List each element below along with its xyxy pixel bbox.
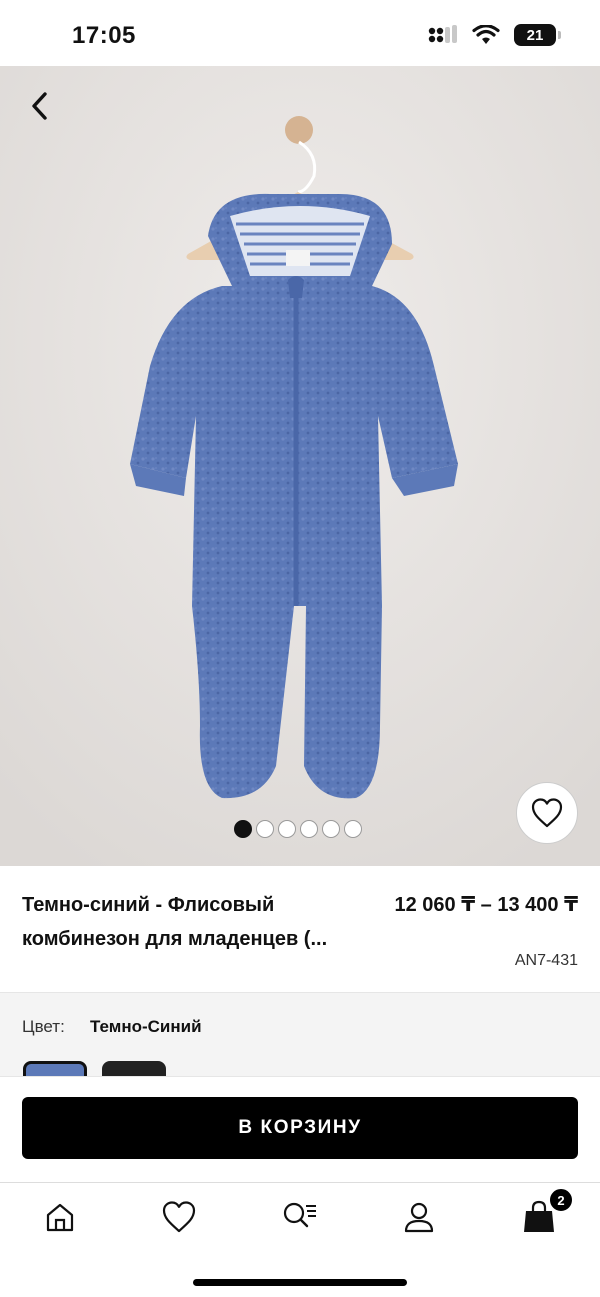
heart-icon (162, 1201, 196, 1233)
product-sku: AN7-431 (514, 952, 578, 969)
color-selector: Цвет: Темно-Синий (0, 992, 600, 1076)
gallery-pagination (234, 820, 362, 838)
signal-icon (428, 25, 457, 43)
tab-home[interactable] (42, 1199, 78, 1235)
color-swatch-selected[interactable] (23, 1061, 87, 1076)
chevron-left-icon (32, 92, 47, 120)
back-button[interactable] (20, 86, 60, 126)
home-icon (46, 1203, 74, 1232)
status-time: 17:05 (72, 22, 136, 49)
add-to-cart-button[interactable]: В КОРЗИНУ (22, 1097, 578, 1159)
wifi-icon (472, 25, 500, 44)
gallery-dot-6[interactable] (344, 820, 362, 838)
battery-level: 21 (526, 26, 544, 44)
bottom-tab-bar: 2 (0, 1182, 600, 1297)
product-image (0, 66, 600, 866)
home-indicator (193, 1279, 407, 1286)
profile-icon (404, 1202, 434, 1233)
gallery-dot-4[interactable] (300, 820, 318, 838)
tab-catalog-search[interactable] (282, 1199, 318, 1235)
status-bar: 17:05 21 (0, 0, 600, 66)
tab-profile[interactable] (401, 1199, 437, 1235)
cart-count-badge: 2 (548, 1187, 574, 1213)
product-title[interactable]: Темно-синий - Флисовый комбинезон для мл… (22, 888, 372, 956)
gallery-dot-2[interactable] (256, 820, 274, 838)
heart-icon (531, 798, 563, 828)
color-label: Цвет: (22, 1017, 65, 1036)
search-list-icon (283, 1202, 316, 1228)
tab-favorites[interactable] (161, 1199, 197, 1235)
gallery-dot-1[interactable] (234, 820, 252, 838)
add-to-cart-bar: В КОРЗИНУ (0, 1076, 600, 1182)
product-price: 12 060 ₸ – 13 400 ₸ (394, 894, 578, 916)
gallery-dot-3[interactable] (278, 820, 296, 838)
product-image-gallery[interactable] (0, 66, 600, 866)
battery-icon: 21 (514, 24, 561, 46)
color-value: Темно-Синий (90, 1017, 202, 1036)
color-swatch[interactable] (102, 1061, 166, 1076)
product-info: Темно-синий - Флисовый комбинезон для мл… (0, 866, 600, 992)
status-icons: 21 (428, 24, 561, 46)
favorite-button[interactable] (516, 782, 578, 844)
gallery-dot-5[interactable] (322, 820, 340, 838)
